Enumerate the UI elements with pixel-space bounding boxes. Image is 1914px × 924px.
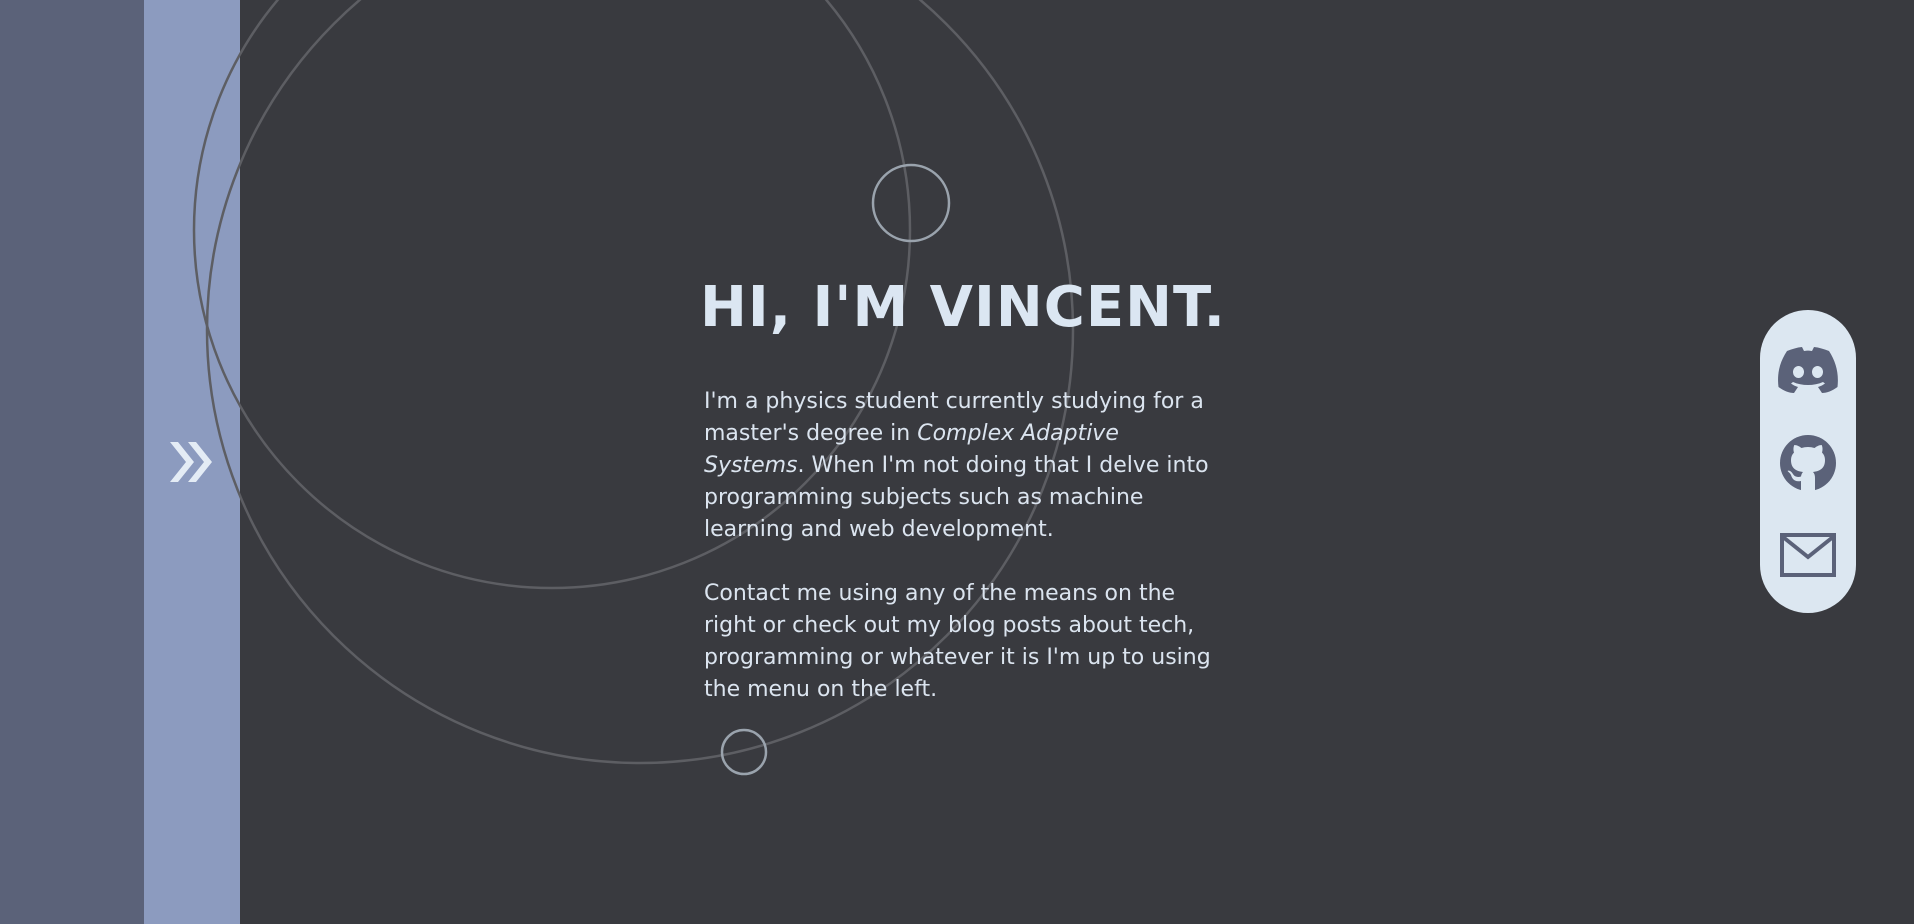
hero-content: HI, I'M VINCENT. I'm a physics student c… <box>700 268 1230 706</box>
page: HI, I'M VINCENT. I'm a physics student c… <box>0 0 1914 924</box>
intro-paragraph: I'm a physics student currently studying… <box>704 386 1226 546</box>
discord-icon <box>1778 347 1838 393</box>
menu-toggle-button[interactable] <box>144 0 240 924</box>
mail-icon <box>1780 533 1836 577</box>
planet-top <box>871 163 951 243</box>
left-rail <box>0 0 144 924</box>
social-links-panel <box>1760 310 1856 613</box>
email-link[interactable] <box>1776 525 1840 585</box>
github-icon <box>1780 434 1836 491</box>
github-link[interactable] <box>1776 433 1840 493</box>
double-chevron-right-icon <box>170 442 212 482</box>
contact-paragraph: Contact me using any of the means on the… <box>704 581 1211 702</box>
discord-link[interactable] <box>1776 340 1840 400</box>
planet-bottom <box>720 728 768 776</box>
hero-title: HI, I'M VINCENT. <box>700 275 1226 340</box>
